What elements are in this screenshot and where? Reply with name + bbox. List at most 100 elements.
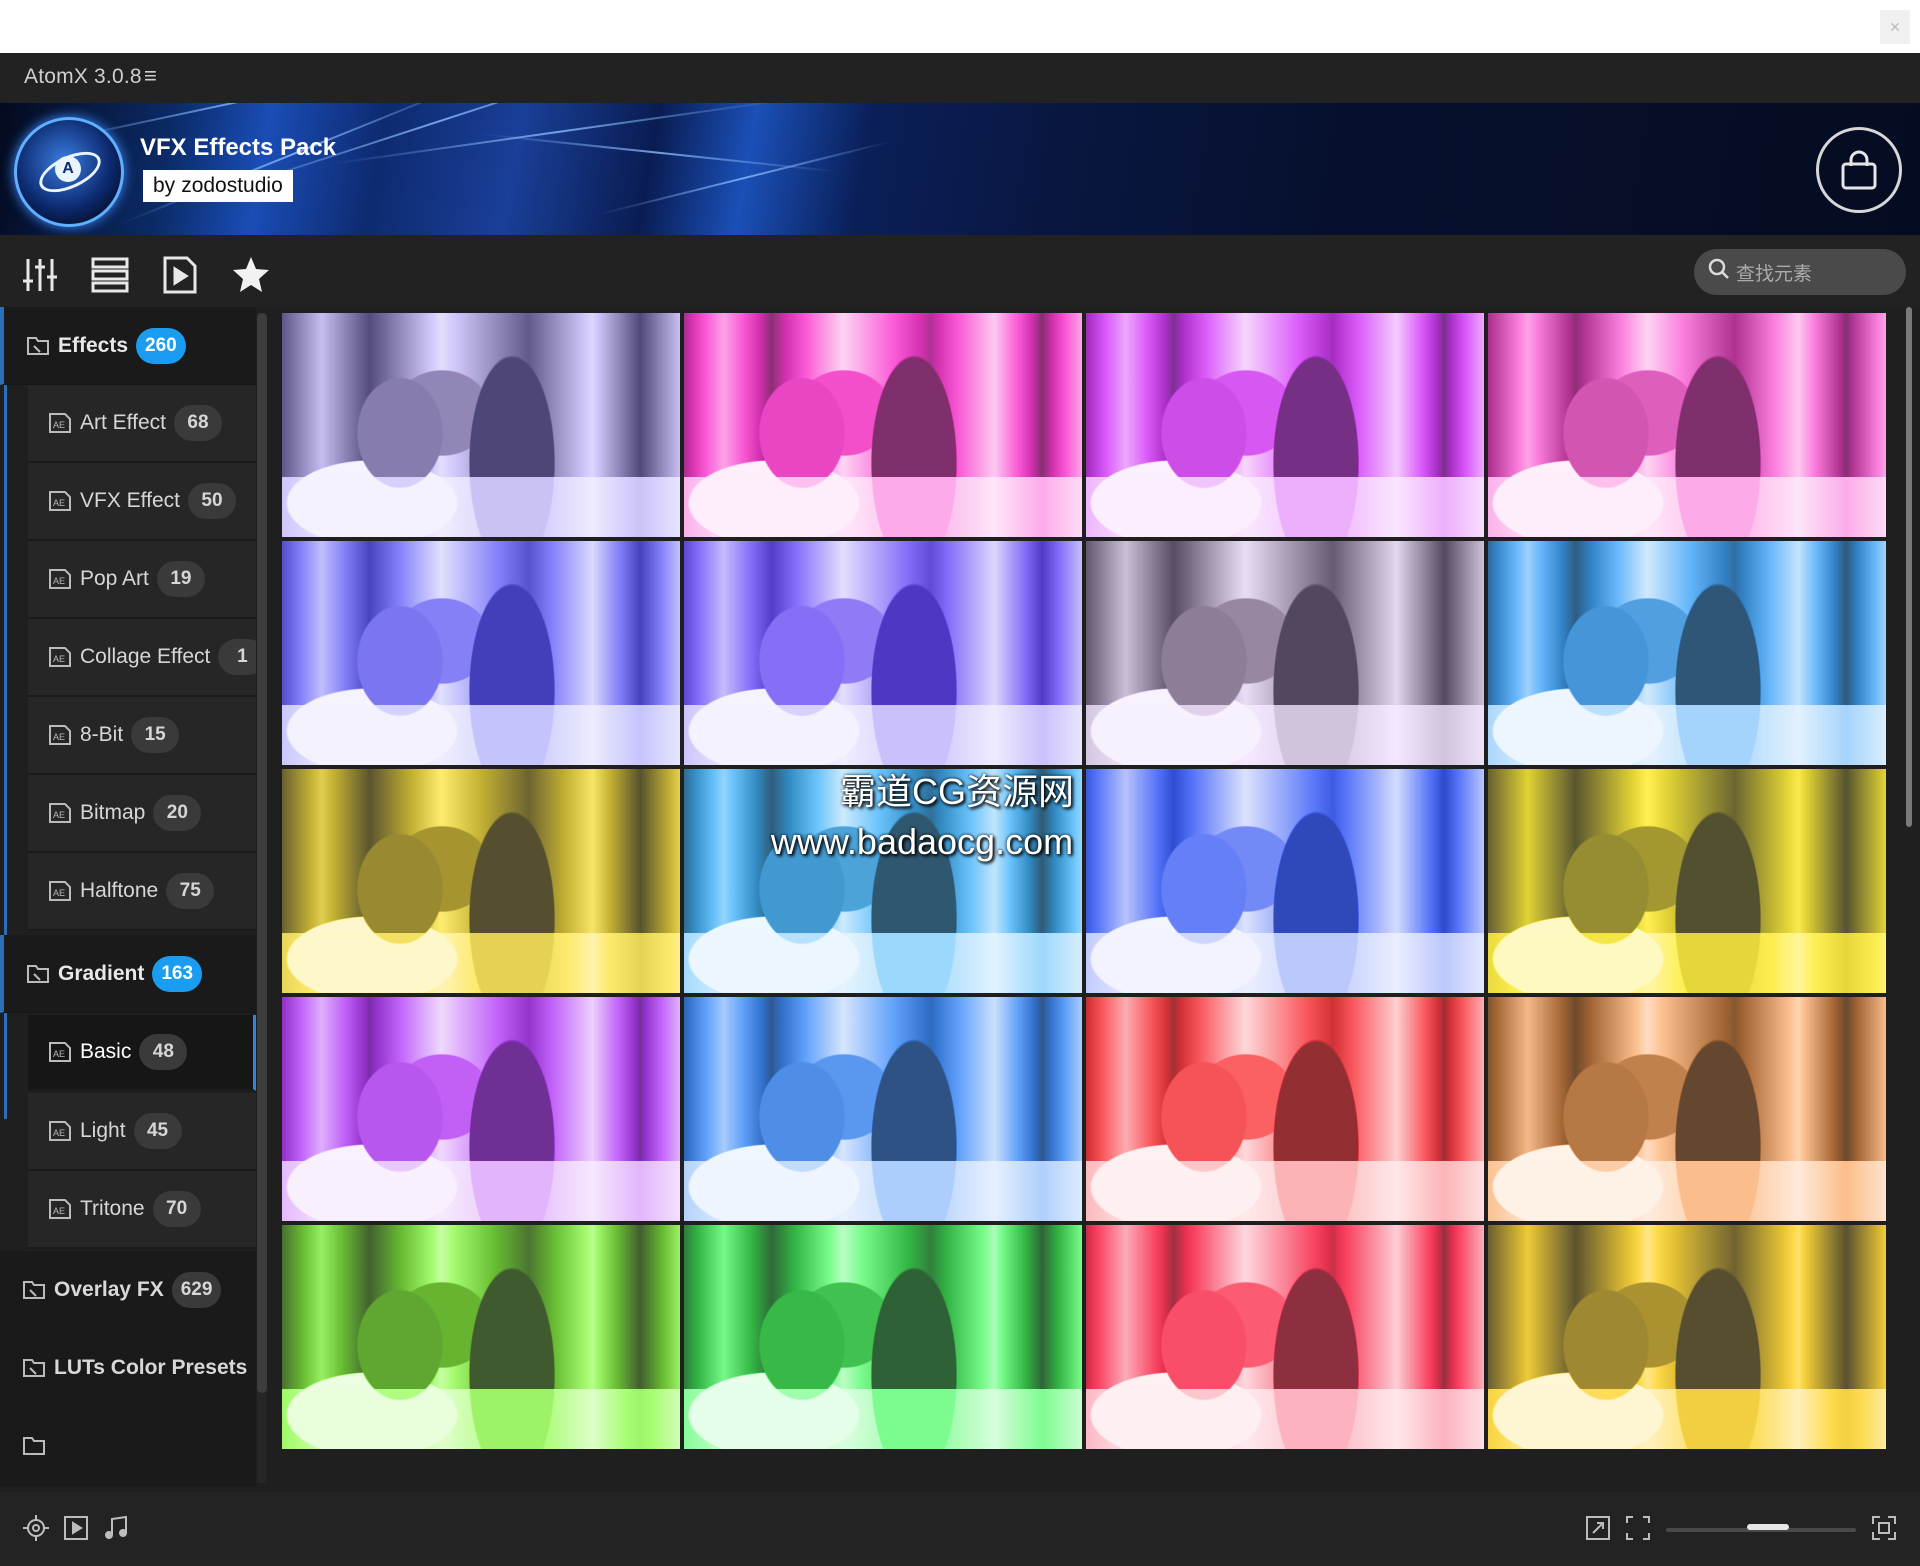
- sidebar-group-gradient[interactable]: Gradient 163: [0, 935, 256, 1013]
- count-badge: 20: [153, 795, 202, 831]
- folder-icon: [26, 962, 50, 986]
- fullscreen-icon[interactable]: [1870, 1514, 1898, 1542]
- svg-text:AE: AE: [53, 888, 65, 898]
- preset-thumbnail[interactable]: [1488, 313, 1886, 537]
- sidebar-item-label: VFX Effect: [80, 489, 180, 512]
- tint-wash: [1086, 769, 1484, 993]
- tint-wash: [1086, 1225, 1484, 1449]
- grid-scrollbar[interactable]: [1906, 307, 1916, 1492]
- ae-file-icon: AE: [48, 1120, 72, 1142]
- count-badge: 50: [188, 483, 236, 519]
- sidebar-group-luts[interactable]: LUTs Color Presets: [0, 1329, 256, 1408]
- preset-thumbnail[interactable]: [282, 997, 680, 1221]
- ae-file-icon: AE: [48, 880, 72, 902]
- ae-file-icon: AE: [48, 568, 72, 590]
- preset-thumbnail[interactable]: [684, 313, 1082, 537]
- preset-thumbnail[interactable]: [1488, 769, 1886, 993]
- preset-thumbnail[interactable]: [1488, 541, 1886, 765]
- ae-file-icon: AE: [48, 1198, 72, 1220]
- tint-wash: [1086, 313, 1484, 537]
- sidebar-group-partial[interactable]: [0, 1407, 256, 1486]
- tint-wash: [1488, 997, 1886, 1221]
- watermark-line1: 霸道CG资源网: [840, 771, 1075, 812]
- svg-text:AE: AE: [53, 1128, 65, 1138]
- preset-thumbnail[interactable]: [282, 769, 680, 993]
- sidebar-item-vfx-effect[interactable]: AE VFX Effect 50: [28, 463, 256, 541]
- ae-file-icon: AE: [48, 490, 72, 512]
- preset-thumbnail[interactable]: [684, 1225, 1082, 1449]
- sidebar-group-label: Effects: [58, 333, 129, 357]
- preset-thumbnail[interactable]: [1086, 541, 1484, 765]
- sidebar-group-label: LUTs Color Presets: [54, 1356, 248, 1379]
- thumbnail-size-slider[interactable]: [1666, 1524, 1856, 1532]
- sidebar-item-label: Tritone: [80, 1197, 145, 1220]
- tint-wash: [1086, 541, 1484, 765]
- title-bar: AtomX 3.0.8 ≡: [0, 53, 1920, 103]
- sidebar-item-8-bit[interactable]: AE 8-Bit 15: [28, 697, 256, 775]
- preset-thumbnail[interactable]: [1488, 1225, 1886, 1449]
- close-icon[interactable]: ✕: [1880, 10, 1910, 44]
- count-badge: 260: [136, 327, 186, 364]
- tint-wash: [684, 541, 1082, 765]
- count-badge: 48: [139, 1034, 188, 1070]
- tint-wash: [1488, 769, 1886, 993]
- preset-thumbnail[interactable]: [1488, 997, 1886, 1221]
- svg-text:AE: AE: [53, 732, 65, 742]
- sidebar-item-art-effect[interactable]: AE Art Effect 68: [28, 385, 256, 463]
- ae-file-icon: AE: [48, 1041, 72, 1063]
- sidebar-item-pop-art[interactable]: AE Pop Art 19: [28, 541, 256, 619]
- watermark: 霸道CG资源网 www.badaocg.com: [770, 767, 1074, 867]
- count-badge: 15: [131, 717, 180, 753]
- pack-author: by zodostudio: [143, 170, 293, 202]
- count-badge: 70: [152, 1191, 201, 1227]
- count-badge: 163: [152, 955, 203, 992]
- tint-wash: [282, 769, 680, 993]
- grid-scroll-thumb[interactable]: [1906, 307, 1912, 827]
- folder-icon: [22, 1434, 46, 1458]
- sidebar-scroll-thumb[interactable]: [257, 313, 267, 1393]
- preset-thumbnail[interactable]: [282, 313, 680, 537]
- fit-icon[interactable]: [1624, 1514, 1652, 1542]
- ae-file-icon: AE: [48, 646, 72, 668]
- preset-thumbnail[interactable]: [282, 541, 680, 765]
- video-icon[interactable]: [62, 1514, 90, 1542]
- svg-text:AE: AE: [53, 1049, 65, 1059]
- sidebar-item-basic[interactable]: AE Basic 48: [28, 1015, 256, 1091]
- sidebar-item-bitmap[interactable]: AE Bitmap 20: [28, 775, 256, 853]
- preset-thumbnail[interactable]: [684, 541, 1082, 765]
- sidebar-group-effects[interactable]: Effects 260: [0, 307, 256, 385]
- preset-thumbnail[interactable]: [282, 1225, 680, 1449]
- preset-thumbnail[interactable]: [1086, 1225, 1484, 1449]
- sliders-icon[interactable]: [20, 255, 60, 295]
- expand-icon[interactable]: [1584, 1514, 1612, 1542]
- search-input[interactable]: 查找元素: [1694, 249, 1906, 295]
- by-label: by: [153, 174, 176, 197]
- hamburger-icon[interactable]: ≡: [144, 63, 157, 89]
- shopping-bag-icon[interactable]: [1816, 127, 1902, 213]
- sidebar-scrollbar[interactable]: [257, 313, 267, 1483]
- preset-thumbnail[interactable]: [1086, 769, 1484, 993]
- preview-play-icon[interactable]: [160, 255, 200, 295]
- sidebar-item-tritone[interactable]: AE Tritone 70: [28, 1171, 256, 1249]
- list-view-icon[interactable]: [90, 255, 130, 295]
- preset-thumbnail[interactable]: [1086, 313, 1484, 537]
- folder-icon: [22, 1356, 46, 1380]
- target-icon[interactable]: [22, 1514, 50, 1542]
- sidebar-item-light[interactable]: AE Light 45: [28, 1093, 256, 1171]
- sidebar-item-collage-effect[interactable]: AE Collage Effect 1: [28, 619, 256, 697]
- tint-wash: [282, 541, 680, 765]
- ae-file-icon: AE: [48, 802, 72, 824]
- svg-text:AE: AE: [53, 1206, 65, 1216]
- sidebar-group-overlay-fx[interactable]: Overlay FX 629: [0, 1251, 256, 1330]
- tint-wash: [1086, 997, 1484, 1221]
- preset-thumbnail[interactable]: [1086, 997, 1484, 1221]
- slider-knob[interactable]: [1747, 1524, 1789, 1530]
- music-icon[interactable]: [102, 1514, 130, 1542]
- sidebar-item-halftone[interactable]: AE Halftone 75: [28, 853, 256, 931]
- preset-thumbnail[interactable]: [684, 997, 1082, 1221]
- atomx-logo: A: [14, 117, 124, 227]
- favorites-star-icon[interactable]: [231, 255, 271, 295]
- count-badge: 68: [173, 405, 222, 441]
- ae-file-icon: AE: [48, 412, 72, 434]
- search-placeholder: 查找元素: [1736, 263, 1813, 285]
